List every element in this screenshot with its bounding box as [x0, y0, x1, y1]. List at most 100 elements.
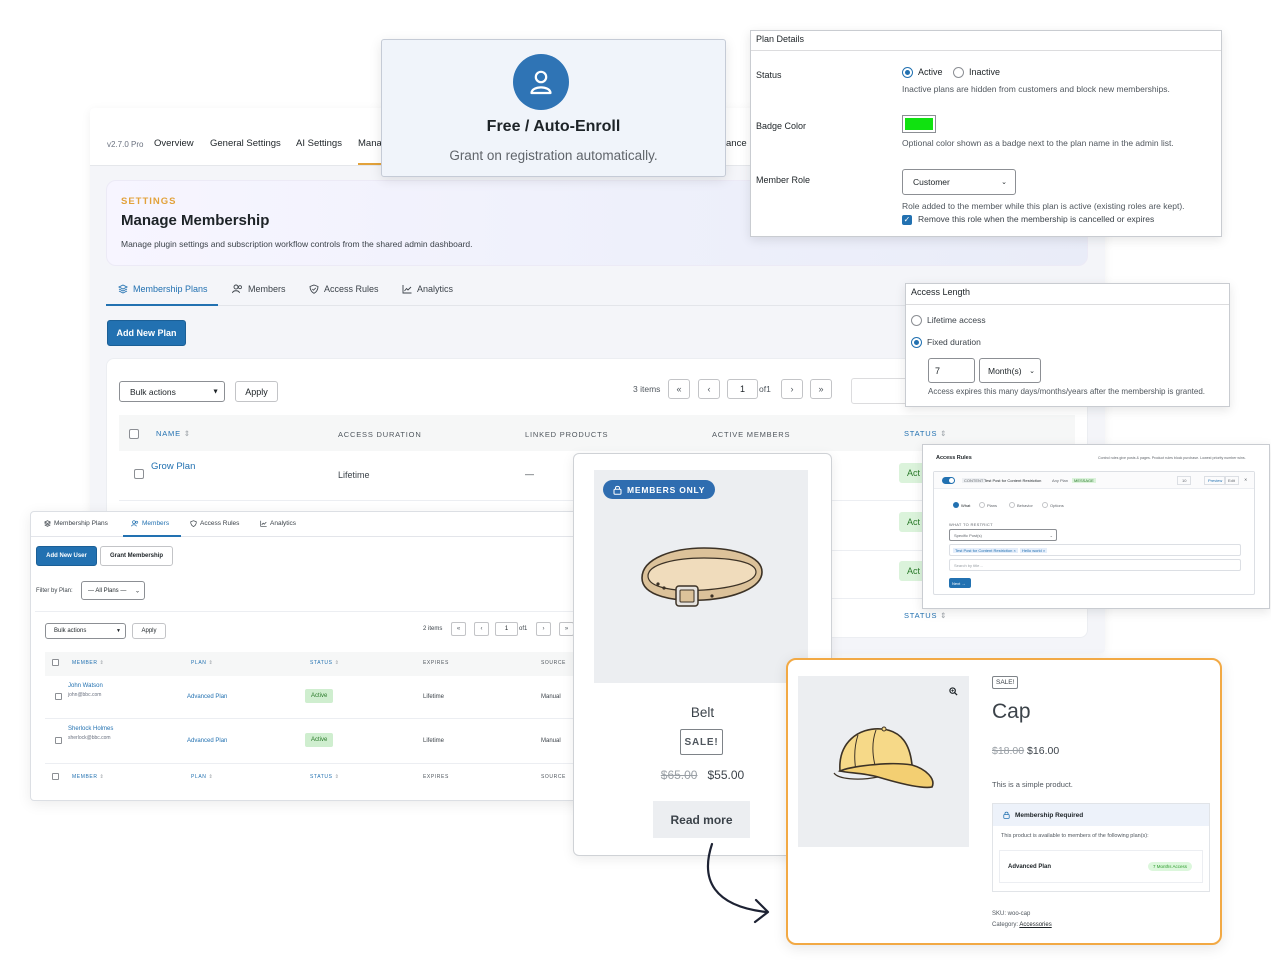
- last-page-button[interactable]: »: [810, 379, 832, 399]
- duration-unit-select[interactable]: Month(s) ⌄: [979, 358, 1041, 383]
- footer-column-member[interactable]: MEMBER ⇕: [72, 774, 104, 780]
- status-inactive-radio[interactable]: [953, 67, 964, 78]
- first-page-button[interactable]: «: [451, 622, 466, 636]
- page-number-input[interactable]: 1: [727, 379, 758, 399]
- step-what[interactable]: What: [961, 503, 970, 508]
- zoom-icon[interactable]: [949, 687, 958, 699]
- tab-members[interactable]: Members: [232, 284, 286, 294]
- footer-column-status[interactable]: STATUS ⇕: [904, 611, 947, 620]
- plan-details-heading: Plan Details: [751, 31, 1221, 51]
- cap-description: This is a simple product.: [992, 780, 1073, 789]
- column-status[interactable]: STATUS ⇕: [904, 429, 947, 438]
- apply-button[interactable]: Apply: [132, 623, 166, 639]
- column-expires: EXPIRES: [423, 660, 449, 666]
- nav-ai-settings[interactable]: AI Settings: [296, 138, 342, 149]
- sort-icon: ⇕: [99, 660, 105, 666]
- sale-badge: SALE!: [992, 676, 1019, 689]
- auto-enroll-card[interactable]: Free / Auto-Enroll Grant on registration…: [381, 39, 726, 177]
- step-options[interactable]: Options: [1050, 503, 1064, 508]
- nav-general-settings[interactable]: General Settings: [210, 138, 281, 149]
- tab-members[interactable]: Members: [131, 520, 169, 527]
- prev-page-button[interactable]: ‹: [698, 379, 720, 399]
- rule-toggle[interactable]: [942, 477, 955, 484]
- column-label: STATUS: [904, 429, 938, 438]
- post-search-input[interactable]: Search by title…: [949, 559, 1241, 571]
- step-behavior[interactable]: Behavior: [1017, 503, 1033, 508]
- tab-membership-plans[interactable]: Membership Plans: [118, 284, 208, 294]
- next-page-button[interactable]: ›: [536, 622, 551, 636]
- nav-advance[interactable]: ance: [726, 138, 747, 149]
- tab-analytics[interactable]: Analytics: [402, 284, 453, 294]
- prev-page-button[interactable]: ‹: [474, 622, 489, 636]
- status-badge: Active: [305, 689, 334, 703]
- read-more-button[interactable]: Read more: [653, 801, 750, 838]
- duration-amount-input[interactable]: 7: [928, 358, 975, 383]
- fixed-duration-radio[interactable]: [911, 337, 922, 348]
- footer-column-status[interactable]: STATUS ⇕: [310, 774, 339, 780]
- footer-column-plan[interactable]: PLAN ⇕: [191, 774, 213, 780]
- belt-image[interactable]: MEMBERS ONLY: [594, 470, 808, 683]
- status-active-radio[interactable]: [902, 67, 913, 78]
- status-help: Inactive plans are hidden from customers…: [902, 84, 1170, 94]
- remove-role-label: Remove this role when the membership is …: [918, 214, 1155, 224]
- edit-button[interactable]: Edit: [1224, 476, 1239, 485]
- column-member[interactable]: MEMBER ⇕: [72, 660, 104, 666]
- cap-product-name: Cap: [992, 700, 1031, 723]
- sale-badge: SALE!: [680, 729, 723, 755]
- next-button[interactable]: Next →: [949, 578, 971, 588]
- tab-analytics[interactable]: Analytics: [260, 520, 296, 527]
- priority-input[interactable]: 10: [1177, 476, 1192, 485]
- row-checkbox[interactable]: [55, 737, 62, 744]
- member-name-link[interactable]: John Watson: [68, 683, 103, 689]
- page-number-input[interactable]: 1: [495, 622, 518, 636]
- tab-access-rules[interactable]: Access Rules: [190, 520, 239, 527]
- lifetime-access-radio[interactable]: [911, 315, 922, 326]
- restrict-type-select[interactable]: Specific Post(s) ⌄: [949, 529, 1057, 541]
- selected-posts-field[interactable]: Test Post for Content Restriction × Hell…: [949, 544, 1241, 556]
- post-chip[interactable]: Hello world ×: [1020, 548, 1048, 553]
- nav-overview[interactable]: Overview: [154, 138, 194, 149]
- close-icon[interactable]: ✕: [1244, 477, 1247, 482]
- price-old: $65.00: [660, 768, 698, 782]
- category-link[interactable]: Accessories: [1019, 922, 1051, 928]
- apply-button[interactable]: Apply: [235, 381, 278, 402]
- column-plan[interactable]: PLAN ⇕: [191, 660, 213, 666]
- select-all-checkbox[interactable]: [129, 429, 139, 439]
- preview-button[interactable]: Preview: [1204, 476, 1227, 485]
- plan-name-link[interactable]: Grow Plan: [151, 461, 195, 472]
- users-icon: [131, 520, 139, 527]
- nav-manage[interactable]: Mana: [358, 138, 382, 149]
- first-page-button[interactable]: «: [668, 379, 690, 399]
- step-plans[interactable]: Plans: [987, 503, 997, 508]
- member-role-select[interactable]: Customer ⌄: [902, 169, 1016, 195]
- next-page-button[interactable]: ›: [781, 379, 803, 399]
- step-dot-active: [953, 502, 959, 508]
- member-plan-link[interactable]: Advanced Plan: [187, 738, 227, 744]
- last-page-button[interactable]: »: [559, 622, 574, 636]
- category-label: Category:: [992, 922, 1019, 928]
- member-plan-link[interactable]: Advanced Plan: [187, 694, 227, 700]
- row-checkbox[interactable]: [55, 693, 62, 700]
- select-all-checkbox-footer[interactable]: [52, 773, 59, 780]
- tab-membership-plans[interactable]: Membership Plans: [44, 520, 108, 527]
- member-email: john@bbc.com: [68, 692, 102, 698]
- member-name-link[interactable]: Sherlock Holmes: [68, 726, 113, 732]
- cap-image[interactable]: [798, 676, 969, 847]
- select-all-checkbox[interactable]: [52, 659, 59, 666]
- badge-color-picker[interactable]: [902, 115, 936, 133]
- grant-membership-button[interactable]: Grant Membership: [100, 546, 173, 566]
- add-new-plan-button[interactable]: Add New Plan: [107, 320, 186, 346]
- add-new-user-button[interactable]: Add New User: [36, 546, 97, 566]
- bulk-actions-select[interactable]: Bulk actions ▼: [45, 623, 126, 639]
- curved-arrow-icon: [707, 842, 770, 924]
- remove-role-checkbox[interactable]: ✓: [902, 215, 912, 225]
- post-chip[interactable]: Test Post for Content Restriction ×: [953, 548, 1018, 553]
- tab-access-rules[interactable]: Access Rules: [309, 284, 379, 294]
- lock-icon: [613, 485, 622, 495]
- required-plan-name: Advanced Plan: [1008, 864, 1052, 870]
- plan-filter-select[interactable]: — All Plans — ⌄: [81, 581, 145, 600]
- column-status[interactable]: STATUS ⇕: [310, 660, 339, 666]
- bulk-actions-select[interactable]: Bulk actions ▼: [119, 381, 225, 402]
- column-name[interactable]: NAME ⇕: [156, 429, 191, 438]
- row-checkbox[interactable]: [134, 469, 144, 479]
